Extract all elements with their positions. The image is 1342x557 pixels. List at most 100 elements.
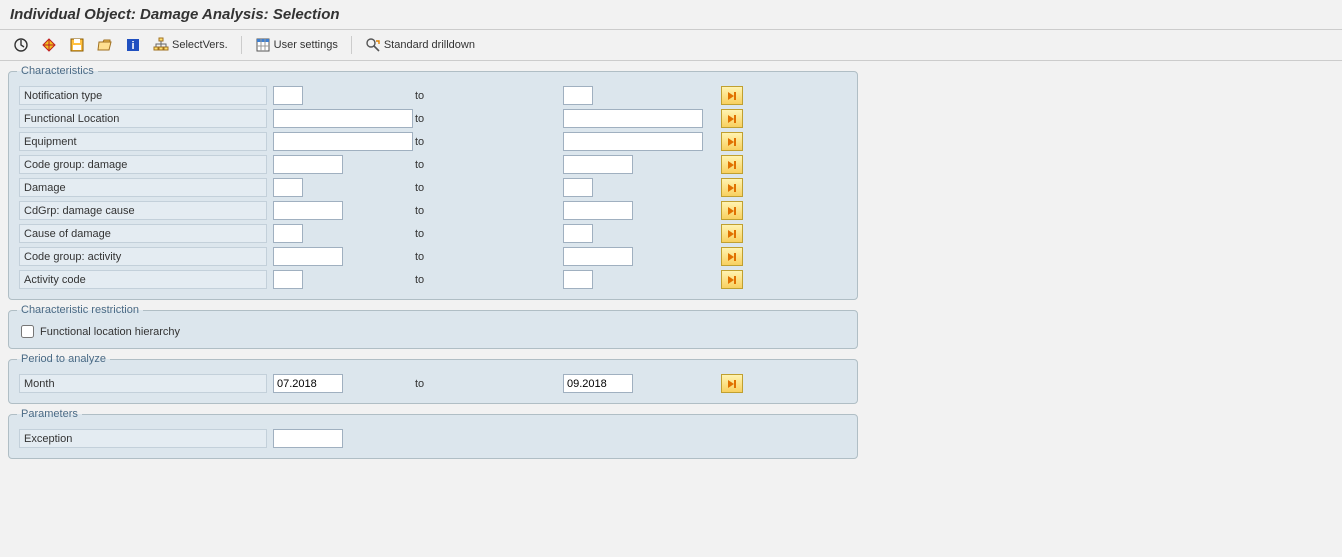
characteristics-title: Characteristics [17, 64, 98, 78]
field-label: Cause of damage [19, 224, 267, 243]
from-input[interactable] [273, 224, 303, 243]
multiselect-button[interactable] [721, 132, 743, 151]
select-version-button[interactable]: SelectVers. [148, 34, 233, 56]
month-multiselect-button[interactable] [721, 374, 743, 393]
period-panel: Period to analyze Month to [8, 359, 858, 404]
characteristics-row: CdGrp: damage cause to [17, 199, 849, 222]
from-input[interactable] [273, 132, 413, 151]
arrow-right-icon [725, 204, 739, 218]
from-input[interactable] [273, 109, 413, 128]
save-button[interactable] [64, 34, 90, 56]
restriction-panel: Characteristic restriction Functional lo… [8, 310, 858, 349]
from-input[interactable] [273, 201, 343, 220]
multiselect-button[interactable] [721, 86, 743, 105]
arrow-right-icon [725, 250, 739, 264]
characteristics-row: Equipment to [17, 130, 849, 153]
functional-location-hierarchy-label: Functional location hierarchy [40, 326, 180, 338]
period-title: Period to analyze [17, 352, 110, 366]
month-from-input[interactable] [273, 374, 343, 393]
info-button[interactable]: i [120, 34, 146, 56]
application-toolbar: i SelectVers. User settings Standard dri… [0, 30, 1342, 61]
to-label: to [415, 136, 563, 148]
to-label: to [415, 378, 563, 390]
field-label: Code group: damage [19, 155, 267, 174]
arrow-right-icon [725, 135, 739, 149]
from-input[interactable] [273, 86, 303, 105]
multiselect-button[interactable] [721, 224, 743, 243]
toolbar-separator [351, 36, 352, 54]
to-input[interactable] [563, 270, 593, 289]
select-version-label: SelectVers. [172, 39, 228, 51]
from-input[interactable] [273, 155, 343, 174]
to-label: to [415, 159, 563, 171]
to-label: to [415, 228, 563, 240]
characteristics-row: Cause of damage to [17, 222, 849, 245]
exception-label: Exception [19, 429, 267, 448]
toolbar-separator [241, 36, 242, 54]
to-input[interactable] [563, 224, 593, 243]
field-label: CdGrp: damage cause [19, 201, 267, 220]
execute-icon [13, 37, 29, 53]
to-input[interactable] [563, 109, 703, 128]
variant-button[interactable] [36, 34, 62, 56]
multiselect-button[interactable] [721, 201, 743, 220]
month-to-input[interactable] [563, 374, 633, 393]
svg-text:i: i [131, 40, 134, 52]
restriction-title: Characteristic restriction [17, 303, 143, 317]
arrow-right-icon [725, 227, 739, 241]
field-label: Code group: activity [19, 247, 267, 266]
month-label: Month [19, 374, 267, 393]
multiselect-button[interactable] [721, 178, 743, 197]
characteristics-row: Notification type to [17, 84, 849, 107]
characteristics-row: Activity code to [17, 268, 849, 291]
field-label: Damage [19, 178, 267, 197]
standard-drilldown-button[interactable]: Standard drilldown [360, 34, 480, 56]
user-settings-button[interactable]: User settings [250, 34, 343, 56]
content-area: Characteristics Notification typetoFunct… [0, 61, 1342, 479]
arrow-right-icon [725, 273, 739, 287]
from-input[interactable] [273, 270, 303, 289]
to-input[interactable] [563, 86, 593, 105]
arrow-right-icon [725, 377, 739, 391]
characteristics-row: Code group: activity to [17, 245, 849, 268]
field-label: Equipment [19, 132, 267, 151]
from-input[interactable] [273, 178, 303, 197]
functional-location-hierarchy-checkbox[interactable] [21, 325, 34, 338]
field-label: Notification type [19, 86, 267, 105]
multiselect-button[interactable] [721, 155, 743, 174]
to-label: to [415, 182, 563, 194]
multiselect-button[interactable] [721, 247, 743, 266]
from-input[interactable] [273, 247, 343, 266]
characteristics-row: Code group: damage to [17, 153, 849, 176]
field-label: Activity code [19, 270, 267, 289]
to-label: to [415, 90, 563, 102]
arrow-right-icon [725, 112, 739, 126]
to-input[interactable] [563, 201, 633, 220]
to-input[interactable] [563, 178, 593, 197]
to-input[interactable] [563, 132, 703, 151]
characteristics-row: Damage to [17, 176, 849, 199]
info-icon: i [125, 37, 141, 53]
characteristics-row: Functional Locationto [17, 107, 849, 130]
exception-input[interactable] [273, 429, 343, 448]
standard-drilldown-label: Standard drilldown [384, 39, 475, 51]
to-label: to [415, 251, 563, 263]
execute-button[interactable] [8, 34, 34, 56]
characteristics-panel: Characteristics Notification typetoFunct… [8, 71, 858, 300]
save-icon [69, 37, 85, 53]
drilldown-icon [365, 37, 381, 53]
open-button[interactable] [92, 34, 118, 56]
to-label: to [415, 113, 563, 125]
hierarchy-icon [153, 37, 169, 53]
to-label: to [415, 274, 563, 286]
multiselect-button[interactable] [721, 270, 743, 289]
to-input[interactable] [563, 247, 633, 266]
to-label: to [415, 205, 563, 217]
table-settings-icon [255, 37, 271, 53]
arrow-right-icon [725, 158, 739, 172]
multiselect-button[interactable] [721, 109, 743, 128]
arrow-right-icon [725, 89, 739, 103]
parameters-panel: Parameters Exception [8, 414, 858, 459]
parameters-title: Parameters [17, 407, 82, 421]
to-input[interactable] [563, 155, 633, 174]
